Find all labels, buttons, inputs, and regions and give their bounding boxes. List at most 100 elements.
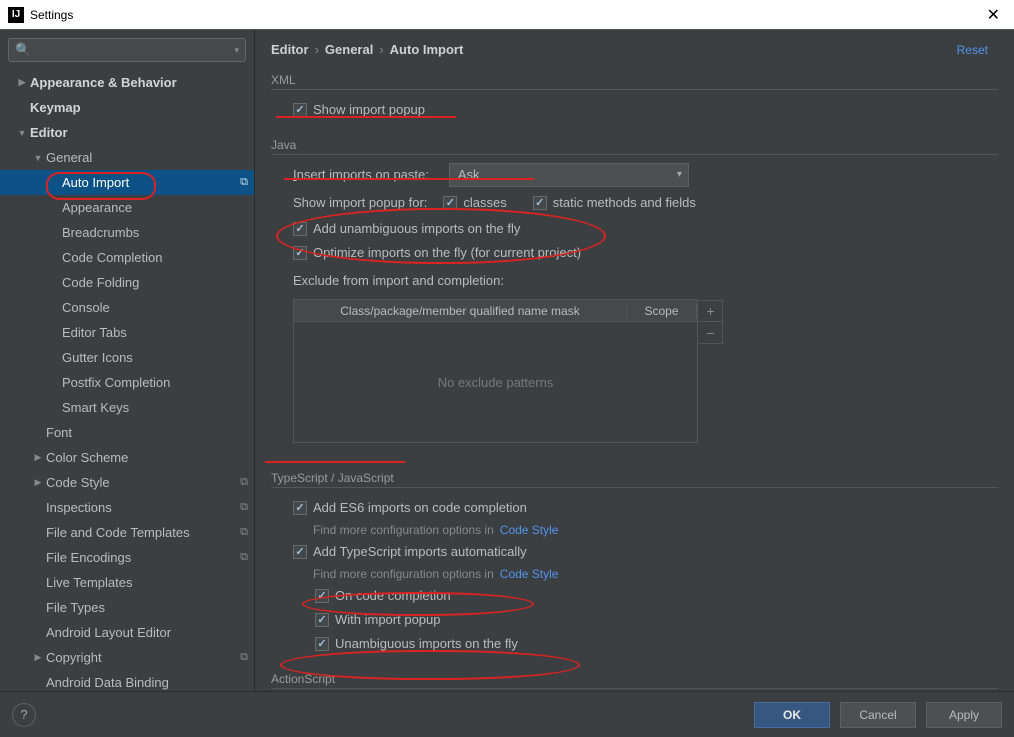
window-titlebar: IJ Settings ✕ <box>0 0 1014 30</box>
checkbox-on-completion[interactable] <box>315 589 329 603</box>
section-ts: TypeScript / JavaScript <box>271 471 998 488</box>
chevron-right-icon: ▶ <box>32 452 44 463</box>
checkbox-unambiguous-ts[interactable] <box>315 637 329 651</box>
tree-item-appearance[interactable]: ▶Appearance <box>0 195 254 220</box>
chevron-down-icon: ▼ <box>32 153 44 163</box>
label-xml-show-import-popup: Show import popup <box>313 100 425 120</box>
tree-item-label: Code Style <box>46 475 240 490</box>
project-level-icon: ⧉ <box>240 501 248 514</box>
checkbox-optimize-java[interactable] <box>293 246 307 260</box>
checkbox-xml-show-import-popup[interactable] <box>293 103 307 117</box>
tree-item-code-completion[interactable]: ▶Code Completion <box>0 245 254 270</box>
link-code-style-1[interactable]: Code Style <box>500 520 559 540</box>
dialog-footer: ? OK Cancel Apply <box>0 691 1014 737</box>
search-input[interactable]: 🔍 ▾ <box>8 38 246 62</box>
tree-item-code-folding[interactable]: ▶Code Folding <box>0 270 254 295</box>
tree-item-label: Smart Keys <box>62 400 248 415</box>
tree-item-live-templates[interactable]: ▶Live Templates <box>0 570 254 595</box>
label-exclude: Exclude from import and completion: <box>293 271 504 291</box>
section-java: Java <box>271 138 998 155</box>
label-show-popup-for: Show import popup for: <box>293 193 427 213</box>
tree-item-color-scheme[interactable]: ▶Color Scheme <box>0 445 254 470</box>
checkbox-add-es6[interactable] <box>293 501 307 515</box>
exclude-col-name[interactable]: Class/package/member qualified name mask <box>294 304 627 318</box>
project-level-icon: ⧉ <box>240 526 248 539</box>
tree-item-label: Auto Import <box>62 175 240 190</box>
tree-item-file-and-code-templates[interactable]: ▶File and Code Templates⧉ <box>0 520 254 545</box>
tree-item-smart-keys[interactable]: ▶Smart Keys <box>0 395 254 420</box>
tree-item-label: Code Completion <box>62 250 248 265</box>
chevron-down-icon: ▾ <box>234 45 239 56</box>
checkbox-add-unambiguous-java[interactable] <box>293 222 307 236</box>
remove-exclude-button[interactable]: − <box>699 322 723 344</box>
tree-item-label: Appearance <box>62 200 248 215</box>
exclude-table: Class/package/member qualified name mask… <box>293 299 698 443</box>
tree-item-keymap[interactable]: ▶Keymap <box>0 95 254 120</box>
chevron-down-icon: ▼ <box>16 128 28 138</box>
tree-item-label: File Encodings <box>46 550 240 565</box>
tree-item-auto-import[interactable]: ▶Auto Import⧉ <box>0 170 254 195</box>
tree-item-label: Copyright <box>46 650 240 665</box>
tree-item-console[interactable]: ▶Console <box>0 295 254 320</box>
tree-item-android-data-binding[interactable]: ▶Android Data Binding <box>0 670 254 691</box>
tree-item-android-layout-editor[interactable]: ▶Android Layout Editor <box>0 620 254 645</box>
tree-item-label: Live Templates <box>46 575 248 590</box>
project-level-icon: ⧉ <box>240 651 248 664</box>
select-insert-on-paste[interactable]: Ask <box>449 163 689 187</box>
tree-item-gutter-icons[interactable]: ▶Gutter Icons <box>0 345 254 370</box>
tree-item-label: Color Scheme <box>46 450 248 465</box>
tree-item-label: Appearance & Behavior <box>30 75 248 90</box>
project-level-icon: ⧉ <box>240 476 248 489</box>
tree-item-label: Postfix Completion <box>62 375 248 390</box>
tree-item-inspections[interactable]: ▶Inspections⧉ <box>0 495 254 520</box>
tree-item-editor-tabs[interactable]: ▶Editor Tabs <box>0 320 254 345</box>
content-body: XML Show import popup Java Insert import… <box>255 65 1014 691</box>
section-as: ActionScript <box>271 672 998 689</box>
project-level-icon: ⧉ <box>240 176 248 189</box>
tree-item-general[interactable]: ▼General <box>0 145 254 170</box>
content-header: Editor›General›Auto Import Reset <box>255 30 1014 65</box>
checkbox-with-popup[interactable] <box>315 613 329 627</box>
close-icon[interactable]: ✕ <box>981 5 1006 25</box>
add-exclude-button[interactable]: + <box>699 300 723 322</box>
breadcrumb: Editor›General›Auto Import <box>271 42 463 57</box>
exclude-col-scope[interactable]: Scope <box>627 304 697 318</box>
tree-item-file-types[interactable]: ▶File Types <box>0 595 254 620</box>
settings-content: Editor›General›Auto Import Reset XML Sho… <box>255 30 1014 691</box>
tree-item-label: Gutter Icons <box>62 350 248 365</box>
checkbox-add-ts[interactable] <box>293 545 307 559</box>
reset-link[interactable]: Reset <box>957 43 988 57</box>
tree-item-label: Android Data Binding <box>46 675 248 690</box>
checkbox-static[interactable] <box>533 196 547 210</box>
chevron-right-icon: ▶ <box>32 477 44 488</box>
tree-item-copyright[interactable]: ▶Copyright⧉ <box>0 645 254 670</box>
tree-item-label: File and Code Templates <box>46 525 240 540</box>
help-button[interactable]: ? <box>12 703 36 727</box>
project-level-icon: ⧉ <box>240 551 248 564</box>
tree-item-file-encodings[interactable]: ▶File Encodings⧉ <box>0 545 254 570</box>
tree-item-label: Editor <box>30 125 248 140</box>
tree-item-font[interactable]: ▶Font <box>0 420 254 445</box>
label-insert-on-paste: Insert imports on paste: <box>293 165 429 185</box>
tree-item-label: Font <box>46 425 248 440</box>
section-xml: XML <box>271 73 998 90</box>
tree-item-label: Console <box>62 300 248 315</box>
apply-button[interactable]: Apply <box>926 702 1002 728</box>
cancel-button[interactable]: Cancel <box>840 702 916 728</box>
tree-item-label: Android Layout Editor <box>46 625 248 640</box>
tree-item-postfix-completion[interactable]: ▶Postfix Completion <box>0 370 254 395</box>
chevron-right-icon: ▶ <box>16 77 28 88</box>
tree-item-appearance-behavior[interactable]: ▶Appearance & Behavior <box>0 70 254 95</box>
tree-item-label: File Types <box>46 600 248 615</box>
exclude-empty: No exclude patterns <box>294 322 697 442</box>
window-title: Settings <box>30 8 73 22</box>
tree-item-label: Breadcrumbs <box>62 225 248 240</box>
tree-item-label: Editor Tabs <box>62 325 248 340</box>
ok-button[interactable]: OK <box>754 702 830 728</box>
checkbox-classes[interactable] <box>443 196 457 210</box>
link-code-style-2[interactable]: Code Style <box>500 564 559 584</box>
tree-item-editor[interactable]: ▼Editor <box>0 120 254 145</box>
settings-tree[interactable]: ▶Appearance & Behavior▶Keymap▼Editor▼Gen… <box>0 70 254 691</box>
tree-item-breadcrumbs[interactable]: ▶Breadcrumbs <box>0 220 254 245</box>
tree-item-code-style[interactable]: ▶Code Style⧉ <box>0 470 254 495</box>
